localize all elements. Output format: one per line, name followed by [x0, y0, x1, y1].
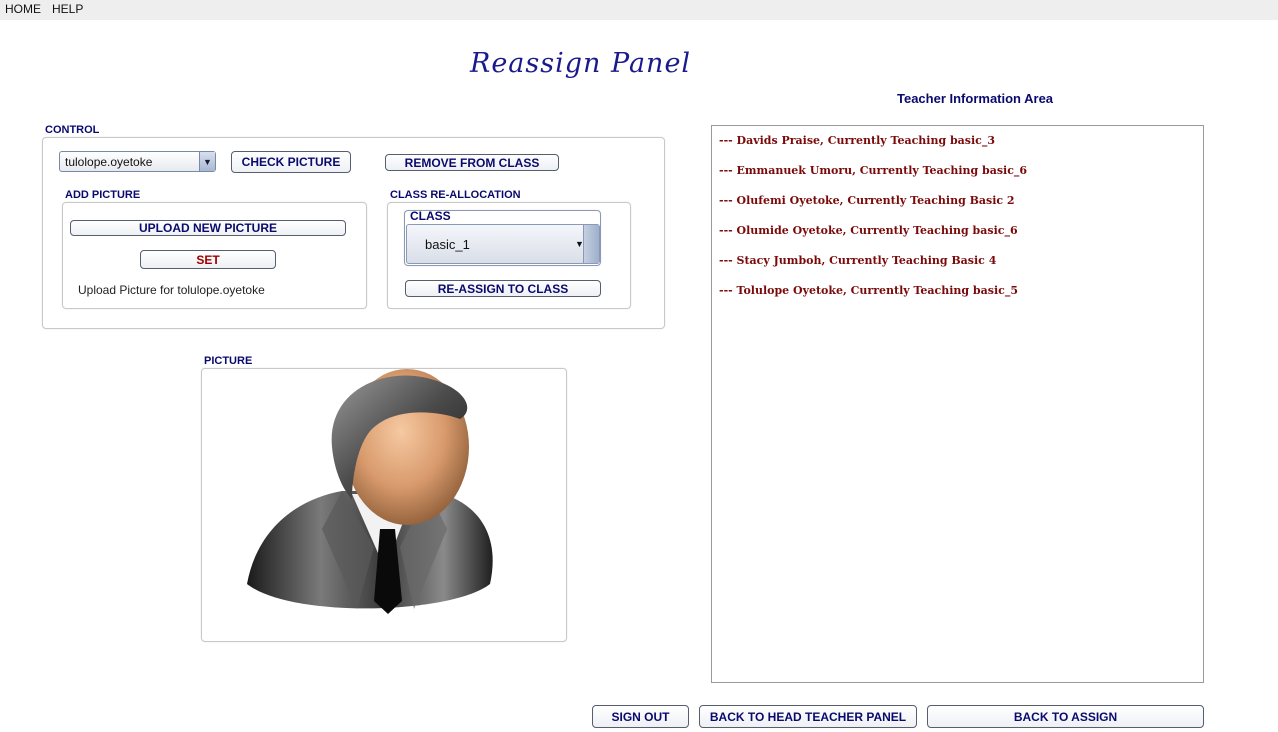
select-scroll-rail	[583, 225, 599, 263]
remove-from-class-button[interactable]: REMOVE FROM CLASS	[385, 154, 559, 171]
menu-home[interactable]: HOME	[5, 2, 41, 16]
page-title: Reassign Panel	[470, 48, 692, 79]
info-line: --- Tolulope Oyetoke, Currently Teaching…	[719, 284, 1018, 297]
control-label: CONTROL	[45, 124, 100, 136]
menu-help[interactable]: HELP	[52, 2, 83, 16]
info-line: --- Emmanuek Umoru, Currently Teaching b…	[719, 164, 1028, 177]
class-select-value: basic_1	[425, 237, 470, 252]
class-label: CLASS	[410, 209, 451, 223]
teacher-info-area: --- Davids Praise, Currently Teaching ba…	[711, 125, 1204, 683]
teacher-select[interactable]: tulolope.oyetoke ▼	[59, 151, 216, 172]
info-line: --- Davids Praise, Currently Teaching ba…	[719, 134, 996, 147]
reassign-to-class-button[interactable]: RE-ASSIGN TO CLASS	[405, 280, 601, 297]
info-line: --- Olufemi Oyetoke, Currently Teaching …	[719, 194, 1015, 207]
picture-frame	[201, 368, 567, 642]
class-select[interactable]: basic_1 ▼	[406, 224, 600, 264]
upload-note: Upload Picture for tolulope.oyetoke	[78, 283, 265, 297]
add-picture-label: ADD PICTURE	[65, 189, 141, 201]
back-to-assign-button[interactable]: BACK TO ASSIGN	[927, 705, 1204, 728]
teacher-select-value: tulolope.oyetoke	[65, 154, 153, 169]
info-line: --- Olumide Oyetoke, Currently Teaching …	[719, 224, 1018, 237]
info-area-title: Teacher Information Area	[897, 91, 1054, 106]
info-line: --- Stacy Jumboh, Currently Teaching Bas…	[719, 254, 997, 267]
upload-new-picture-button[interactable]: UPLOAD NEW PICTURE	[70, 220, 346, 236]
sign-out-button[interactable]: SIGN OUT	[592, 705, 689, 728]
chevron-down-icon: ▼	[199, 152, 215, 171]
back-to-head-teacher-button[interactable]: BACK TO HEAD TEACHER PANEL	[699, 705, 917, 728]
check-picture-button[interactable]: CHECK PICTURE	[231, 151, 351, 173]
picture-label: PICTURE	[204, 355, 253, 367]
set-button[interactable]: SET	[140, 250, 276, 269]
user-avatar-icon	[247, 369, 493, 614]
menu-bar: HOME HELP	[0, 0, 1278, 20]
class-reallocation-label: CLASS RE-ALLOCATION	[390, 189, 521, 201]
